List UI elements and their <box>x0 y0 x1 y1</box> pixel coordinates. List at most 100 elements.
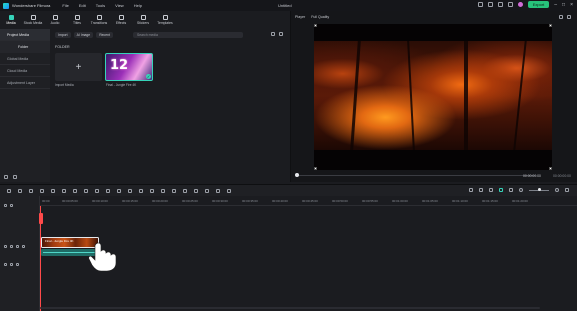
add-track-icon[interactable] <box>4 204 7 207</box>
playhead-handle[interactable] <box>38 213 43 224</box>
menu-file[interactable]: File <box>62 3 68 8</box>
speed-icon[interactable] <box>95 188 99 193</box>
snapshot-icon[interactable] <box>559 15 563 19</box>
link-track-icon[interactable] <box>10 204 13 207</box>
menu-tools[interactable]: Tools <box>96 3 105 8</box>
tab-audio[interactable]: Audio <box>44 11 66 28</box>
resize-handle[interactable] <box>549 24 552 27</box>
video-preview[interactable] <box>314 24 552 170</box>
magnet-icon[interactable] <box>509 188 513 192</box>
mask-icon[interactable] <box>117 188 121 193</box>
tab-templates[interactable]: Templates <box>154 11 176 28</box>
timer-icon[interactable] <box>128 188 132 193</box>
tab-stickers[interactable]: Stickers <box>132 11 154 28</box>
render-icon[interactable] <box>469 188 473 192</box>
tab-stock-media[interactable]: Stock Media <box>22 11 44 28</box>
keyframe-icon[interactable] <box>216 188 220 193</box>
resize-handle[interactable] <box>549 167 552 170</box>
grid-icon[interactable] <box>497 2 503 7</box>
sidebar-item-global-media[interactable]: Global Media <box>0 53 50 65</box>
select-icon[interactable] <box>18 188 22 193</box>
resize-handle[interactable] <box>314 167 317 170</box>
split-icon[interactable] <box>150 188 154 193</box>
current-timecode: 00:00:00:00 <box>523 174 541 178</box>
crop-icon[interactable] <box>73 188 77 193</box>
audio-sync-icon[interactable] <box>183 188 187 193</box>
minimize-icon[interactable]: – <box>554 2 557 8</box>
maximize-icon[interactable]: □ <box>562 2 565 8</box>
avatar[interactable] <box>517 2 523 7</box>
menu-help[interactable]: Help <box>134 3 142 8</box>
ruler-tick: 00:00 <box>42 199 50 203</box>
freeze-icon[interactable] <box>139 188 143 193</box>
recent-dropdown[interactable]: Recent <box>96 32 113 38</box>
zoom-out-icon[interactable] <box>519 188 523 192</box>
color-icon[interactable] <box>106 188 110 193</box>
cut-icon[interactable] <box>62 188 66 193</box>
link-icon[interactable] <box>227 188 231 193</box>
snap-icon[interactable] <box>499 188 503 192</box>
menu-view[interactable]: View <box>115 3 124 8</box>
zoom-knob[interactable] <box>538 188 541 191</box>
ai-image-button[interactable]: AI Image <box>73 32 94 38</box>
import-dropdown[interactable]: Import <box>55 32 71 38</box>
delete-folder-icon[interactable] <box>13 175 17 179</box>
menu-edit[interactable]: Edit <box>79 3 86 8</box>
text-icon[interactable] <box>84 188 88 193</box>
quality-dropdown[interactable]: Full Quality <box>311 15 329 19</box>
ruler-tick: 00:00:50:00 <box>332 199 348 203</box>
timeline-ruler[interactable]: 00:00 00:00:05:00 00:00:10:00 00:00:15:0… <box>40 196 577 206</box>
expand-icon[interactable] <box>567 15 571 19</box>
scrubber-knob[interactable] <box>295 173 299 177</box>
new-folder-icon[interactable] <box>4 175 8 179</box>
undo-icon[interactable] <box>29 188 33 193</box>
grid-view-icon[interactable] <box>565 188 569 192</box>
zoom-in-icon[interactable] <box>555 188 559 192</box>
tab-media[interactable]: Media <box>0 11 22 28</box>
close-icon[interactable]: × <box>570 2 573 8</box>
ruler-tick: 00:00:10:00 <box>92 199 108 203</box>
filter-icon[interactable] <box>271 32 275 36</box>
stabilize-icon[interactable] <box>194 188 198 193</box>
sidebar-item-cloud-media[interactable]: Cloud Media <box>0 65 50 77</box>
export-button[interactable]: Export <box>527 1 550 8</box>
import-media-tile[interactable]: + <box>55 53 102 81</box>
zoom-slider[interactable] <box>529 188 549 191</box>
sidebar-item-adjustment-layer[interactable]: Adjustment Layer <box>0 77 50 89</box>
hide-icon[interactable] <box>22 245 25 248</box>
marker-icon[interactable] <box>479 188 483 192</box>
lock-icon[interactable] <box>10 245 13 248</box>
ripple-icon[interactable] <box>161 188 165 193</box>
tab-effects[interactable]: Effects <box>110 11 132 28</box>
redo-icon[interactable] <box>40 188 44 193</box>
ruler-tick: 00:01:00:00 <box>392 199 408 203</box>
ai-icon[interactable] <box>172 188 176 193</box>
sidebar-item-folder[interactable]: Folder <box>0 41 50 53</box>
media-clip-thumbnail[interactable]: 12 ✓ <box>105 53 153 81</box>
eye-icon[interactable] <box>16 245 19 248</box>
transitions-icon <box>96 14 102 20</box>
lock-icon[interactable] <box>10 263 13 266</box>
plus-icon: + <box>75 61 82 73</box>
delete-icon[interactable] <box>51 188 55 193</box>
mic-icon[interactable] <box>489 188 493 192</box>
timeline-scrollbar[interactable] <box>40 307 540 309</box>
sidebar-item-project-media[interactable]: Project Media <box>0 29 50 41</box>
ruler-tick: 00:01:05:00 <box>422 199 438 203</box>
layout-icon[interactable] <box>7 188 11 193</box>
preview-player: Player Full Quality 00:00:00:00 00:00:00… <box>290 11 577 189</box>
download-icon[interactable] <box>507 2 513 7</box>
monitor-icon[interactable] <box>477 2 483 7</box>
tab-transitions[interactable]: Transitions <box>88 11 110 28</box>
more-icon[interactable] <box>279 32 283 36</box>
cloud-icon[interactable] <box>487 2 493 7</box>
stickers-icon <box>140 14 146 20</box>
playback-scrubber[interactable] <box>296 175 536 176</box>
ruler-tick: 00:00:30:00 <box>212 199 228 203</box>
ruler-tick: 00:00:35:00 <box>242 199 258 203</box>
resize-handle[interactable] <box>314 24 317 27</box>
motion-icon[interactable] <box>205 188 209 193</box>
tab-titles[interactable]: Titles <box>66 11 88 28</box>
search-input[interactable]: Search media <box>133 32 243 38</box>
mute-icon[interactable] <box>16 263 19 266</box>
